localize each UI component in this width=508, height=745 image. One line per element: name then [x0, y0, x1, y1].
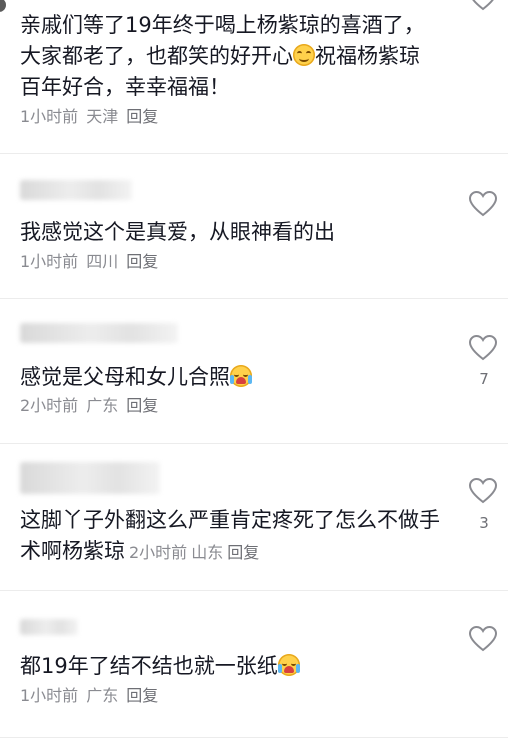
- username-blurred[interactable]: [20, 462, 160, 494]
- comment-meta: 1小时前 天津 回复: [20, 107, 166, 127]
- divider: [0, 298, 508, 299]
- comment-location: 四川: [86, 252, 119, 271]
- comment-meta: 1小时前 广东 回复: [20, 686, 166, 706]
- username-blurred[interactable]: [20, 619, 78, 635]
- reply-button[interactable]: 回复: [126, 686, 158, 705]
- like-heart-icon[interactable]: [468, 625, 498, 653]
- divider: [0, 590, 508, 591]
- like-count: 7: [479, 370, 489, 388]
- comment-time: 2小时前: [129, 543, 188, 562]
- comment-text: 都19年了结不结也就一张纸: [20, 651, 430, 682]
- divider: [0, 737, 508, 738]
- comment-location: 山东: [191, 543, 224, 562]
- comment-time: 1小时前: [20, 686, 79, 705]
- comment-location: 天津: [86, 107, 119, 126]
- username-blurred[interactable]: [20, 180, 132, 200]
- comment-time: 2小时前: [20, 396, 79, 415]
- like-count: 3: [479, 514, 489, 532]
- smile-emoji-icon: [293, 44, 315, 66]
- username-blurred[interactable]: [20, 323, 178, 343]
- comment-time: 1小时前: [20, 252, 79, 271]
- comment-text: 感觉是父母和女儿合照: [20, 362, 430, 393]
- like-heart-icon[interactable]: [468, 190, 498, 218]
- like-heart-icon[interactable]: [468, 334, 498, 362]
- like-heart-icon[interactable]: [468, 0, 498, 12]
- avatar[interactable]: [0, 0, 6, 12]
- comment-text: 我感觉这个是真爱，从眼神看的出: [20, 220, 335, 244]
- divider: [0, 443, 508, 444]
- reply-button[interactable]: 回复: [126, 107, 158, 126]
- reply-button[interactable]: 回复: [126, 396, 158, 415]
- reply-button[interactable]: 回复: [227, 543, 259, 562]
- comment-location: 广东: [86, 686, 119, 705]
- reply-button[interactable]: 回复: [126, 252, 158, 271]
- crying-laughing-emoji-icon: [277, 654, 300, 676]
- comment-meta: 2小时前 广东 回复: [20, 396, 166, 416]
- comment-text: 这脚丫子外翻这么严重肯定疼死了怎么不做手术啊杨紫琼 2小时前 山东 回复: [20, 508, 440, 563]
- comment-location: 广东: [86, 396, 119, 415]
- comment-meta: 1小时前 四川 回复: [20, 252, 166, 272]
- like-heart-icon[interactable]: [468, 477, 498, 505]
- comment-meta: 2小时前 山东 回复: [125, 543, 259, 562]
- comment-text: 亲戚们等了19年终于喝上杨紫琼的喜酒了，大家都老了，也都笑的好开心 祝福杨紫琼百年…: [20, 13, 425, 99]
- divider: [0, 153, 508, 154]
- crying-laughing-emoji-icon: [230, 365, 252, 387]
- comment-time: 1小时前: [20, 107, 79, 126]
